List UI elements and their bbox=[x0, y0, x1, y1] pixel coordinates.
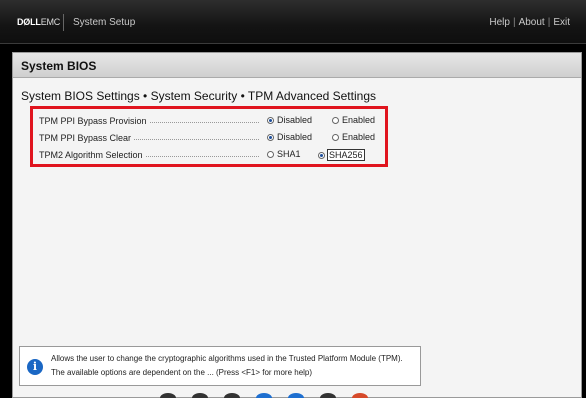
top-links: Help | About | Exit bbox=[489, 17, 570, 28]
setting-label: TPM PPI Bypass Clear bbox=[39, 133, 134, 143]
dell-emc-logo: DØLLEMC bbox=[17, 17, 61, 27]
app-title: System Setup bbox=[73, 17, 136, 28]
dock-app-icon[interactable] bbox=[288, 393, 304, 398]
taskbar-dock bbox=[160, 393, 368, 398]
panel-title: System BIOS bbox=[21, 59, 97, 73]
dock-app-icon[interactable] bbox=[192, 393, 208, 398]
exit-link[interactable]: Exit bbox=[553, 17, 570, 28]
setting-label: TPM PPI Bypass Provision bbox=[39, 116, 149, 126]
dock-app-icon[interactable] bbox=[160, 393, 176, 398]
help-link[interactable]: Help bbox=[489, 17, 510, 28]
dock-app-icon[interactable] bbox=[320, 393, 336, 398]
top-bar: DØLLEMC System Setup Help | About | Exit bbox=[0, 0, 586, 44]
breadcrumb: System BIOS Settings • System Security •… bbox=[21, 89, 376, 103]
setting-label: TPM2 Algorithm Selection bbox=[39, 150, 145, 160]
help-box: i Allows the user to change the cryptogr… bbox=[19, 346, 421, 386]
dock-app-icon[interactable] bbox=[224, 393, 240, 398]
about-link[interactable]: About bbox=[519, 17, 545, 28]
dock-app-icon[interactable] bbox=[256, 393, 272, 398]
brand-divider bbox=[63, 14, 64, 31]
panel-header: System BIOS bbox=[13, 53, 581, 78]
help-text: Allows the user to change the cryptograp… bbox=[51, 354, 403, 377]
dock-app-icon[interactable] bbox=[352, 393, 368, 398]
info-icon: i bbox=[27, 359, 43, 375]
